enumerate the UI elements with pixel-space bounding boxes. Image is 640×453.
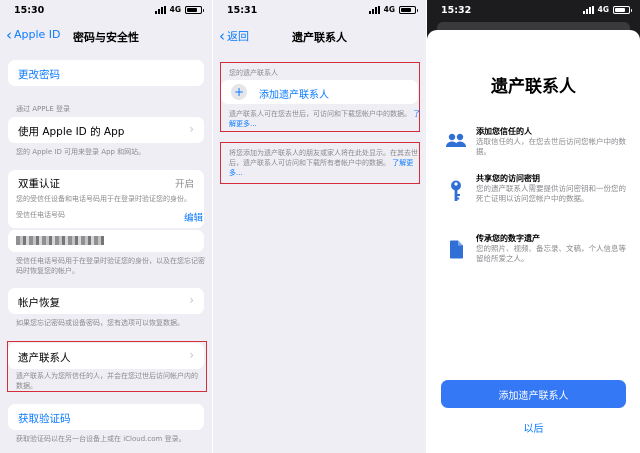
document-icon (445, 238, 467, 260)
chevron-right-icon: › (189, 293, 194, 307)
apps-using-id-label: 使用 Apple ID 的 App (18, 126, 125, 138)
status-bar: 15:30 4G (0, 0, 212, 22)
chevron-right-icon: › (189, 122, 194, 136)
get-code-label: 获取验证码 (18, 413, 71, 425)
edit-button[interactable]: 编辑 (184, 210, 203, 224)
password-security-screen: 15:30 4G ‹ Apple ID 密码与安全性 更改密码 通过 APPLE … (0, 0, 212, 453)
signal-icon (368, 5, 380, 14)
status-time: 15:31 (227, 5, 258, 16)
highlight-box (220, 62, 420, 132)
get-code-row[interactable]: 获取验证码 (8, 404, 204, 430)
redacted-phone-number (16, 236, 104, 245)
battery-icon (399, 5, 418, 14)
signal-icon (582, 5, 594, 14)
feature-3-title: 传承您的数字遗产 (476, 234, 540, 243)
feature-1-title: 添加您信任的人 (476, 127, 532, 136)
battery-icon (185, 5, 204, 14)
sheet: 遗产联系人 添加您信任的人 选取信任的人，在您去世后访问您帐户中的数据。 共享您… (427, 30, 640, 453)
legacy-contact-intro-sheet: 15:32 4G 遗产联系人 添加您信任的人 选取信任的人，在您去世后访问您帐户… (427, 0, 640, 453)
page-title: 密码与安全性 (73, 31, 139, 44)
recovery-footnote: 如果您忘记密码或设备密码，您有选项可以恢复数据。 (16, 319, 184, 327)
apps-using-id-row[interactable]: 使用 Apple ID 的 App › (8, 117, 204, 143)
get-code-footnote: 获取验证码以在另一台设备上或在 iCloud.com 登录。 (16, 435, 186, 443)
account-recovery-row[interactable]: 帐户恢复 › (8, 288, 204, 314)
later-button[interactable]: 以后 (427, 420, 640, 435)
page-title: 遗产联系人 (292, 31, 347, 44)
two-factor-value: 开启 (174, 179, 194, 190)
feature-3-desc: 您的照片、视频、备忘录、文稿，个人信息等留给所爱之人。 (476, 244, 626, 263)
highlight-box (220, 142, 420, 184)
change-password-label: 更改密码 (18, 69, 60, 81)
sign-in-header: 通过 APPLE 登录 (16, 105, 71, 113)
trusted-phone-row (8, 230, 204, 252)
two-factor-label: 双重认证 (18, 178, 60, 190)
people-icon (445, 130, 467, 152)
sheet-title: 遗产联系人 (491, 77, 576, 97)
network-label: 4G (169, 5, 181, 14)
network-label: 4G (383, 5, 395, 14)
add-legacy-contact-button[interactable]: 添加遗产联系人 (441, 380, 626, 408)
status-time: 15:32 (441, 5, 472, 16)
feature-2-desc: 您的遗产联系人需要提供访问密钥和一份您的死亡证明以访问您帐户中的数据。 (476, 184, 626, 203)
apps-footnote: 您的 Apple ID 可用来登录 App 和网站。 (16, 148, 146, 156)
two-factor-desc: 您的受信任设备和电话号码用于在登录时验证您的身份。 (16, 195, 191, 203)
change-password-row[interactable]: 更改密码 (8, 60, 204, 86)
network-label: 4G (597, 5, 609, 14)
status-bar: 15:31 4G (213, 0, 426, 22)
status-time: 15:30 (14, 5, 45, 16)
trusted-phone-footnote: 受信任电话号码用于在登录时验证您的身份，以及在您忘记密码时恢复您的帐户。 (16, 257, 205, 275)
key-icon (445, 180, 467, 202)
trusted-phone-label: 受信任电话号码 (16, 211, 65, 219)
highlight-box (7, 341, 207, 392)
status-bar: 15:32 4G (427, 0, 640, 22)
signal-icon (154, 5, 166, 14)
feature-2-title: 共享您的访问密钥 (476, 174, 540, 183)
feature-1-desc: 选取信任的人，在您去世后访问您帐户中的数据。 (476, 137, 626, 156)
battery-icon (613, 5, 632, 14)
account-recovery-label: 帐户恢复 (18, 297, 60, 309)
legacy-contact-screen: 15:31 4G ‹ 返回 遗产联系人 您的遗产联系人 + 添加遗产联系人 遗产联… (213, 0, 426, 453)
